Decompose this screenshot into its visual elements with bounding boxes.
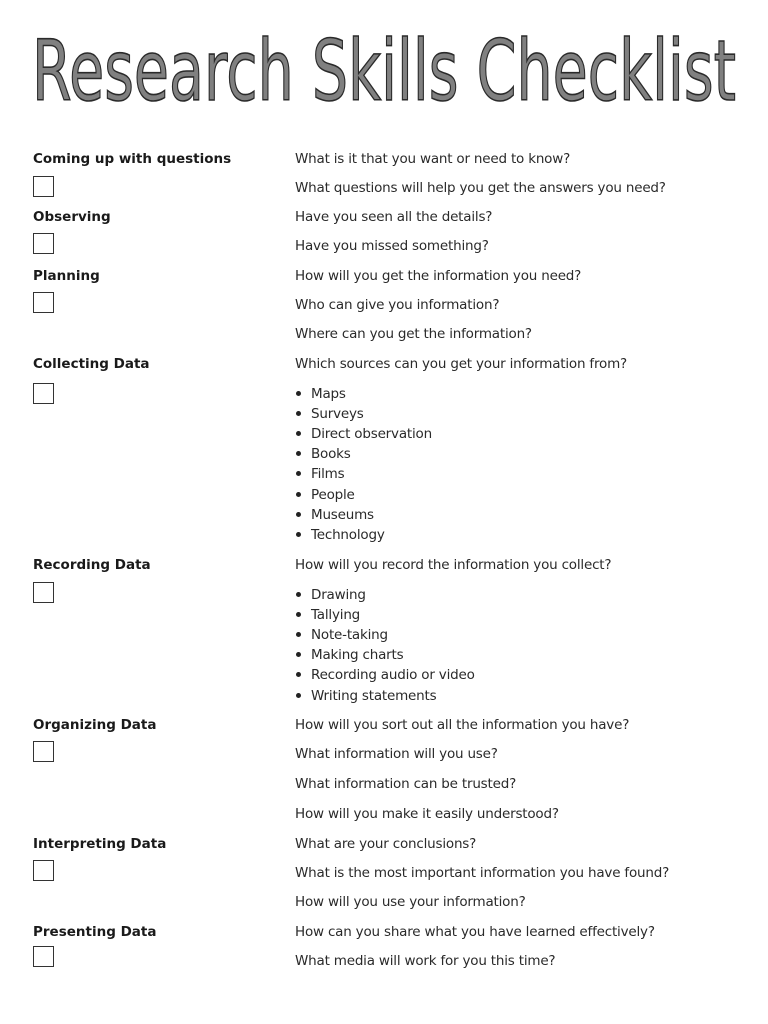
page-title: Research Skills Checklist: [0, 24, 768, 114]
bullet-text: Maps: [311, 386, 346, 402]
checkbox-organizing-data[interactable]: [33, 741, 54, 762]
question-item: How will you record the information you …: [295, 557, 612, 573]
question-item: What are your conclusions?: [295, 836, 477, 852]
bullet-icon: [296, 450, 301, 456]
bullet-text: Drawing: [311, 587, 366, 603]
bullet-icon: [296, 410, 301, 416]
bullet-text: Making charts: [311, 647, 404, 663]
bullet-item: Making charts: [296, 647, 404, 663]
bullet-icon: [296, 390, 301, 396]
question-item: How can you share what you have learned …: [295, 924, 655, 940]
checkbox-interpreting-data[interactable]: [33, 860, 54, 881]
bullet-text: Books: [311, 446, 351, 462]
bullet-icon: [296, 651, 301, 657]
bullet-text: Direct observation: [311, 426, 432, 442]
checkbox-coming-up-with-questions[interactable]: [33, 176, 54, 197]
bullet-text: Writing statements: [311, 688, 437, 704]
bullet-text: People: [311, 487, 355, 503]
section-label-coming-up-with-questions: Coming up with questions: [33, 151, 232, 167]
page-title-text: Research Skills Checklist: [32, 24, 736, 114]
bullet-text: Note-taking: [311, 627, 388, 643]
section-label-interpreting-data: Interpreting Data: [33, 836, 167, 852]
question-item: Have you missed something?: [295, 238, 489, 254]
bullet-item: Writing statements: [296, 688, 437, 704]
bullet-item: Technology: [296, 527, 385, 543]
bullet-item: Direct observation: [296, 426, 432, 442]
question-item: What is it that you want or need to know…: [295, 151, 571, 167]
bullet-item: Tallying: [296, 607, 360, 623]
question-item: Where can you get the information?: [295, 326, 532, 342]
bullet-text: Tallying: [311, 607, 361, 623]
checkbox-presenting-data[interactable]: [33, 946, 54, 967]
bullet-icon: [296, 511, 301, 517]
bullet-text: Technology: [311, 527, 385, 543]
bullet-text: Films: [311, 466, 345, 482]
question-item: What questions will help you get the ans…: [295, 180, 666, 196]
bullet-icon: [296, 591, 301, 597]
section-label-planning: Planning: [33, 268, 100, 284]
question-item: Which sources can you get your informati…: [295, 356, 628, 372]
bullet-icon: [296, 611, 301, 617]
bullet-item: Note-taking: [296, 627, 388, 643]
bullet-text: Surveys: [311, 406, 364, 422]
bullet-item: Drawing: [296, 587, 366, 603]
bullet-item: Films: [296, 466, 345, 482]
question-item: How will you use your information?: [295, 894, 526, 910]
question-item: How will you sort out all the informatio…: [295, 717, 630, 733]
question-item: What information can be trusted?: [295, 776, 517, 792]
bullet-text: Recording audio or video: [311, 667, 475, 683]
question-item: What media will work for you this time?: [295, 953, 556, 969]
bullet-icon: [296, 470, 301, 476]
bullet-icon: [296, 631, 301, 637]
question-item: What is the most important information y…: [295, 865, 670, 881]
checkbox-recording-data[interactable]: [33, 582, 54, 603]
bullet-item: Museums: [296, 507, 374, 523]
section-label-organizing-data: Organizing Data: [33, 717, 157, 733]
bullet-item: Maps: [296, 386, 346, 402]
bullet-item: People: [296, 487, 355, 503]
question-item: Who can give you information?: [295, 297, 500, 313]
section-label-observing: Observing: [33, 209, 111, 225]
question-item: How will you get the information you nee…: [295, 268, 582, 284]
checkbox-observing[interactable]: [33, 233, 54, 254]
bullet-icon: [296, 491, 301, 497]
checkbox-planning[interactable]: [33, 292, 54, 313]
question-item: Have you seen all the details?: [295, 209, 493, 225]
bullet-item: Surveys: [296, 406, 364, 422]
bullet-icon: [296, 531, 301, 537]
section-label-presenting-data: Presenting Data: [33, 924, 157, 940]
section-label-recording-data: Recording Data: [33, 557, 151, 573]
bullet-item: Books: [296, 446, 351, 462]
bullet-icon: [296, 692, 301, 698]
bullet-icon: [296, 671, 301, 677]
bullet-icon: [296, 430, 301, 436]
checkbox-collecting-data[interactable]: [33, 383, 54, 404]
bullet-item: Recording audio or video: [296, 667, 475, 683]
section-label-collecting-data: Collecting Data: [33, 356, 150, 372]
bullet-text: Museums: [311, 507, 374, 523]
question-item: How will you make it easily understood?: [295, 806, 559, 822]
question-item: What information will you use?: [295, 746, 498, 762]
